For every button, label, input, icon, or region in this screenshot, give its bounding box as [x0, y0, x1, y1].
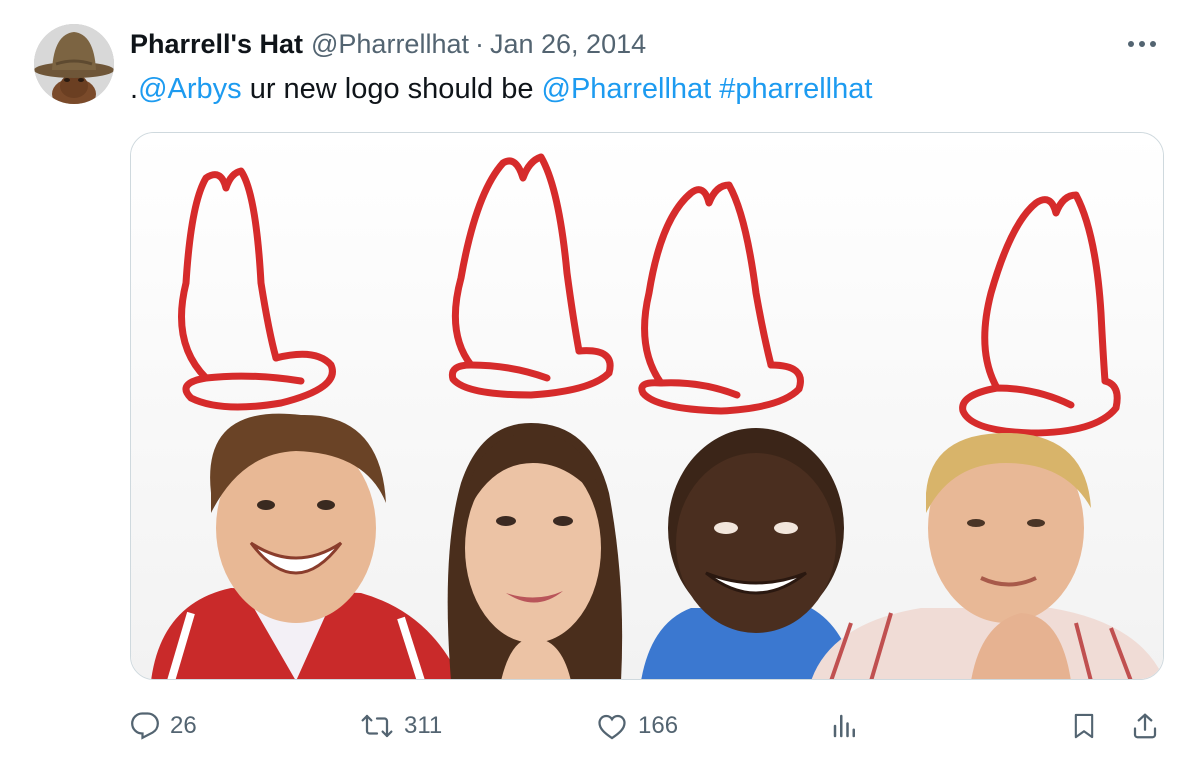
retweet-button[interactable]: 311 [360, 704, 442, 748]
like-count: 166 [638, 712, 679, 739]
share-icon [1133, 713, 1157, 739]
author-name[interactable]: Pharrell's Hat [130, 29, 303, 60]
separator-dot: · [474, 28, 484, 59]
share-button[interactable] [1130, 704, 1160, 748]
mention-pharrellhat[interactable]: @Pharrellhat [542, 73, 712, 105]
tweet-date[interactable]: Jan 26, 2014 [490, 29, 646, 60]
reply-icon [131, 712, 159, 740]
tweet-text: .@Arbys ur new logo should be @Pharrellh… [130, 70, 872, 108]
author-handle[interactable]: @Pharrellhat [311, 29, 469, 60]
views-button[interactable] [830, 704, 860, 748]
retweet-icon [361, 714, 393, 738]
tweet-actions: 26 311 166 [130, 704, 1164, 748]
hashtag-pharrellhat[interactable]: #pharrellhat [719, 73, 872, 105]
avatar[interactable] [34, 24, 114, 104]
retweet-count: 311 [404, 712, 443, 739]
text-prefix: . [130, 73, 139, 105]
tweet-header: Pharrell's Hat @Pharrellhat · Jan 26, 20… [130, 26, 646, 62]
text-middle: ur new logo should be [241, 73, 542, 105]
avatar-hat-image [34, 24, 114, 104]
views-chart-icon [833, 714, 855, 738]
like-button[interactable]: 166 [596, 704, 678, 748]
more-options-button[interactable] [1122, 32, 1162, 56]
media-illustration [131, 133, 1163, 679]
mention-arbys[interactable]: @Arbys [138, 73, 242, 105]
reply-count: 26 [170, 712, 197, 739]
heart-icon [598, 714, 626, 740]
tweet-card[interactable]: Pharrell's Hat @Pharrellhat · Jan 26, 20… [0, 0, 1192, 768]
tweet-media-image[interactable] [130, 132, 1164, 680]
reply-button[interactable]: 26 [130, 704, 197, 748]
bookmark-icon [1074, 713, 1094, 739]
more-horizontal-icon [1128, 41, 1156, 47]
bookmark-button[interactable] [1070, 704, 1098, 748]
person-2 [447, 423, 623, 679]
